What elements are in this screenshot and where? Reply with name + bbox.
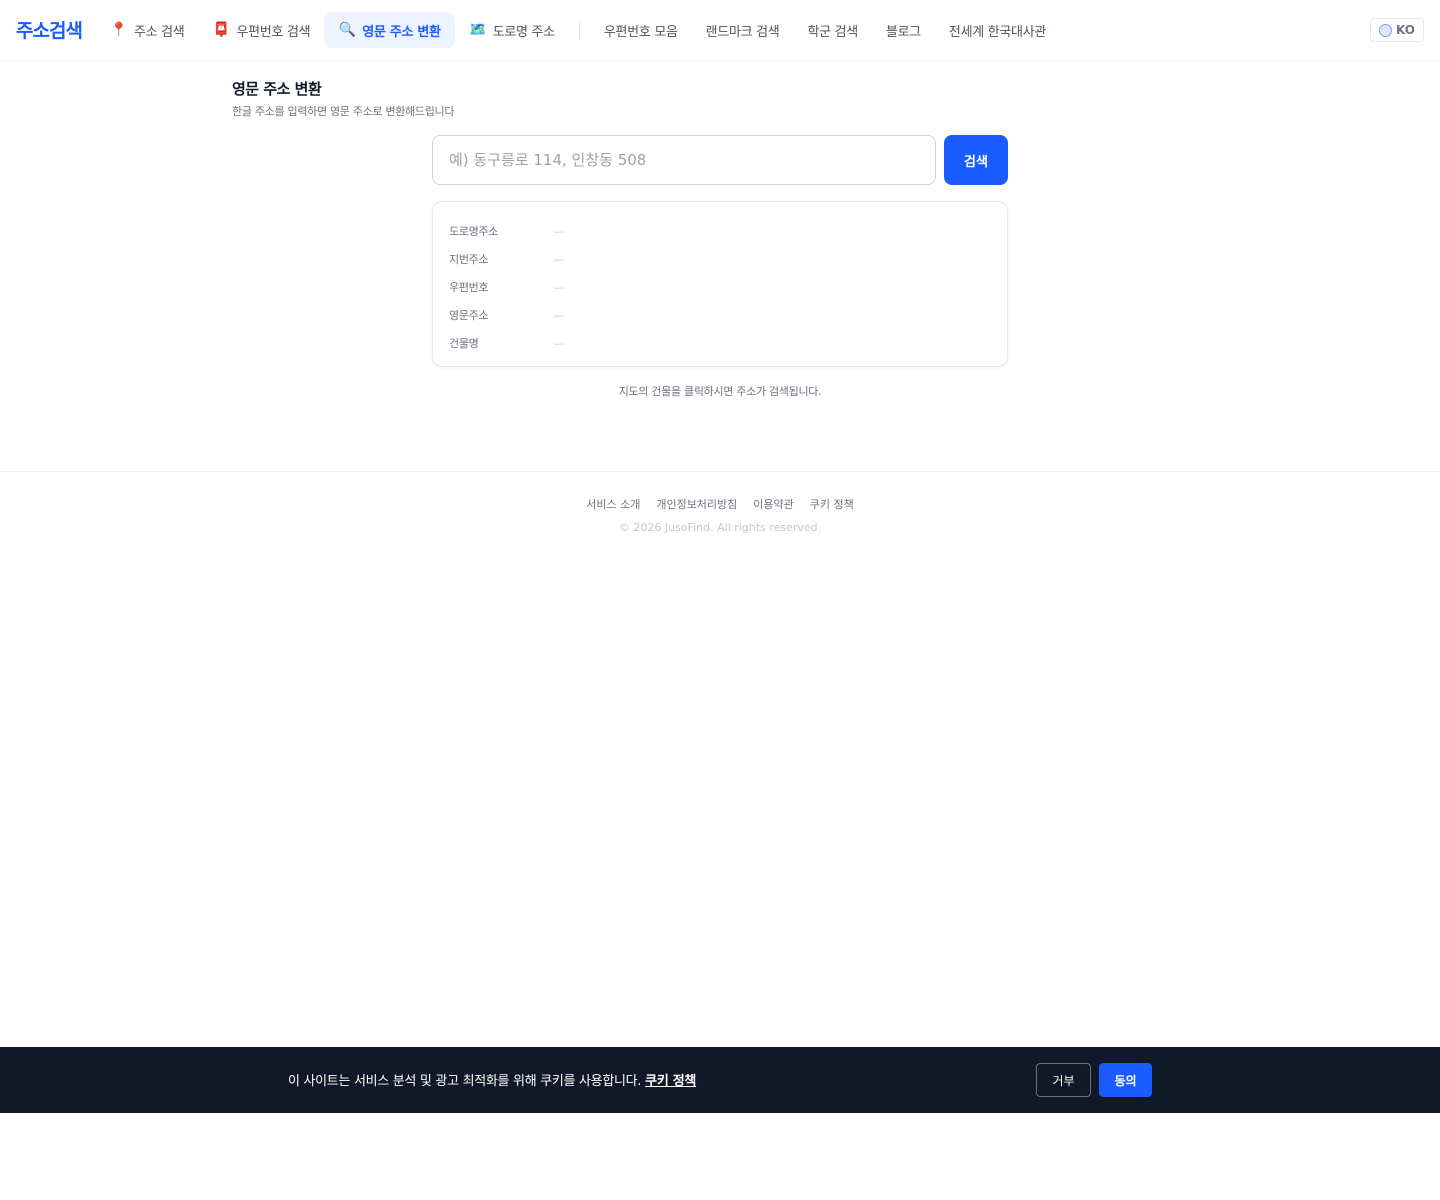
cookie-reject-button[interactable]: 거부 (1036, 1063, 1091, 1097)
postbox-icon: 📮 (212, 22, 231, 38)
cookie-policy-link[interactable]: 쿠키 정책 (645, 1074, 696, 1089)
nav-link-postcode-collection[interactable]: 우편번호 모음 (590, 12, 692, 48)
result-row-road-address: 도로명주소 — (449, 217, 991, 245)
nav-label: 도로명 주소 (492, 24, 555, 40)
result-card: 도로명주소 — 지번주소 — 우편번호 — 영문주소 — 건물명 — (432, 201, 1008, 367)
nav-link-blog[interactable]: 블로그 (872, 12, 935, 48)
nav-link-landmark-search[interactable]: 랜드마크 검색 (692, 12, 794, 48)
cookie-banner: 이 사이트는 서비스 분석 및 광고 최적화를 위해 쿠키를 사용합니다. 쿠키 … (0, 1047, 1440, 1113)
result-value: — (553, 224, 564, 238)
result-row-postcode: 우편번호 — (449, 273, 991, 301)
nav-link-school-district[interactable]: 학군 검색 (793, 12, 871, 48)
result-value: — (553, 336, 564, 350)
magnifier-icon: 🔍 (338, 22, 356, 38)
result-label: 도로명주소 (449, 225, 499, 238)
cookie-message: 이 사이트는 서비스 분석 및 광고 최적화를 위해 쿠키를 사용합니다. 쿠키 … (288, 1070, 696, 1089)
language-selector[interactable]: KO (1370, 18, 1424, 42)
result-label: 지번주소 (449, 253, 489, 266)
address-search-input[interactable] (432, 135, 936, 185)
result-label: 영문주소 (449, 309, 489, 322)
language-code: KO (1396, 23, 1415, 37)
nav-label: 우편번호 검색 (236, 24, 311, 40)
footer-link-about[interactable]: 서비스 소개 (586, 496, 640, 512)
nav-postcode-search[interactable]: 📮 우편번호 검색 (198, 12, 324, 48)
footer-link-cookie-policy[interactable]: 쿠키 정책 (810, 496, 854, 512)
result-label: 우편번호 (449, 281, 489, 294)
top-header: 주소검색 📍 주소 검색 📮 우편번호 검색 🔍 영문 주소 변환 🗺️ 도로명… (0, 0, 1440, 61)
copyright: © 2026 JusoFind. All rights reserved. (618, 521, 822, 534)
nav-link-embassies[interactable]: 전세계 한국대사관 (935, 12, 1060, 48)
nav-address-search[interactable]: 📍 주소 검색 (96, 12, 198, 48)
nav-label: 주소 검색 (134, 24, 185, 40)
nav-english-address[interactable]: 🔍 영문 주소 변환 (324, 12, 455, 48)
footer-links: 서비스 소개 개인정보처리방침 이용약관 쿠키 정책 (0, 496, 1440, 512)
result-row-lot-address: 지번주소 — (449, 245, 991, 273)
result-value: — (553, 252, 564, 266)
search-button[interactable]: 검색 (944, 135, 1008, 185)
page-subtitle: 한글 주소를 입력하면 영문 주소로 변환해드립니다 (232, 105, 455, 118)
site-logo[interactable]: 주소검색 (16, 16, 83, 43)
footer-link-terms[interactable]: 이용약관 (753, 496, 793, 512)
nav-road-address[interactable]: 🗺️ 도로명 주소 (455, 12, 569, 48)
result-row-building-name: 건물명 — (449, 329, 991, 357)
cookie-accept-button[interactable]: 동의 (1099, 1063, 1152, 1097)
globe-icon (1379, 23, 1393, 37)
result-row-english-address: 영문주소 — (449, 301, 991, 329)
cookie-message-text: 이 사이트는 서비스 분석 및 광고 최적화를 위해 쿠키를 사용합니다. (288, 1074, 642, 1089)
result-label: 건물명 (449, 337, 479, 350)
result-value: — (553, 308, 564, 322)
map-pin-icon: 📍 (110, 22, 128, 38)
page-title: 영문 주소 변환 (232, 80, 322, 98)
site-footer: 서비스 소개 개인정보처리방침 이용약관 쿠키 정책 © 2026 JusoFi… (0, 471, 1440, 551)
nav-label: 영문 주소 변환 (362, 24, 441, 40)
main-nav: 📍 주소 검색 📮 우편번호 검색 🔍 영문 주소 변환 🗺️ 도로명 주소 우… (96, 12, 1060, 48)
map-icon: 🗺️ (469, 22, 487, 38)
map-hint: 지도의 건물을 클릭하시면 주소가 검색됩니다. (618, 385, 822, 398)
footer-link-privacy[interactable]: 개인정보처리방침 (656, 496, 737, 512)
nav-divider (578, 20, 580, 40)
result-value: — (553, 280, 564, 294)
